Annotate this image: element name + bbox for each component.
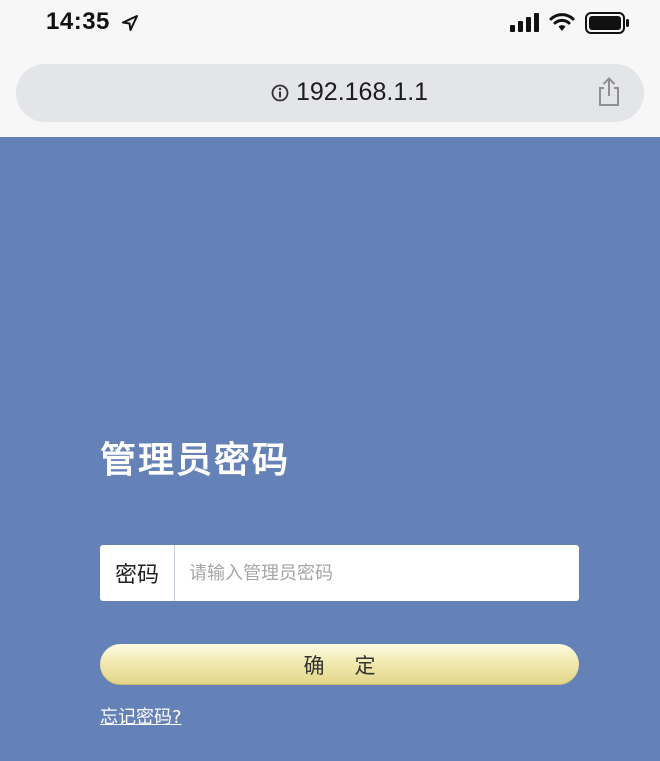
login-screen: 14:35 192.168.1.1 管理员密码 密码 确定 忘记密码? [0,0,660,761]
forgot-password-link[interactable]: 忘记密码? [100,703,182,729]
wifi-icon [549,13,575,31]
info-icon[interactable] [271,84,289,102]
battery-icon [585,12,629,34]
page-title: 管理员密码 [100,440,291,481]
cellular-signal-icon [510,13,539,32]
password-label: 密码 [100,545,175,601]
password-field: 密码 [100,545,579,601]
address-bar[interactable]: 192.168.1.1 [16,64,644,122]
browser-chrome: 14:35 192.168.1.1 [0,0,660,137]
url-text[interactable]: 192.168.1.1 [296,77,428,107]
status-time: 14:35 [46,8,110,35]
status-bar: 14:35 [0,0,660,50]
password-input[interactable] [175,545,579,601]
confirm-button[interactable]: 确定 [100,644,579,685]
location-arrow-icon [122,15,138,31]
share-icon[interactable] [596,77,622,107]
